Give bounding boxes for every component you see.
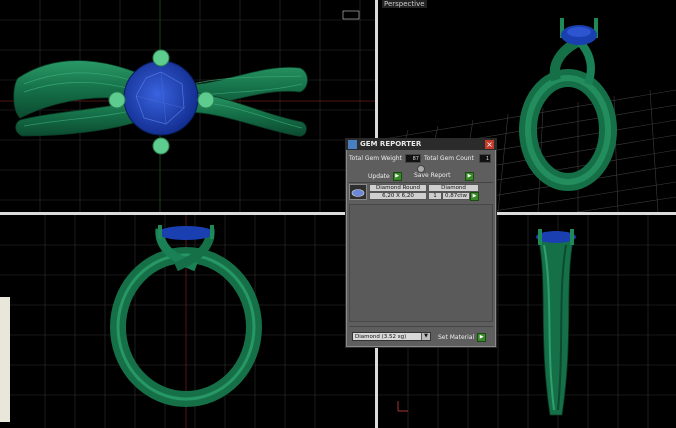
side-reference-image bbox=[0, 297, 10, 422]
total-gem-weight-field[interactable]: 87 bbox=[405, 154, 421, 163]
gem-reporter-titlebar[interactable]: GEM REPORTER × bbox=[346, 139, 496, 150]
gem-weight-cell: 0,87ctw bbox=[442, 192, 470, 200]
top-view-canvas[interactable] bbox=[0, 0, 375, 212]
save-report-label: Save Report bbox=[414, 172, 451, 179]
gem-cut-header: Diamond Round bbox=[369, 184, 427, 192]
gem-count-cell: 1 bbox=[428, 192, 442, 200]
save-report-go-icon[interactable]: ▶ bbox=[465, 172, 474, 181]
material-select-value: Diamond (3.52 sg) bbox=[355, 334, 407, 340]
viewport-splitter-horizontal[interactable] bbox=[0, 212, 676, 215]
close-button[interactable]: × bbox=[485, 140, 494, 149]
front-viewport[interactable] bbox=[0, 215, 375, 428]
gem-thumbnail-icon bbox=[349, 184, 367, 200]
gem-size-cell: 6,20 X 6,20 bbox=[369, 192, 427, 200]
set-material-label: Set Material bbox=[438, 334, 475, 341]
material-select[interactable]: Diamond (3.52 sg) ▼ bbox=[352, 332, 431, 341]
chevron-down-icon[interactable]: ▼ bbox=[421, 333, 430, 340]
perspective-label: Perspective bbox=[382, 0, 427, 8]
save-report-go[interactable]: ▶ bbox=[462, 172, 474, 181]
set-material-button[interactable]: Set Material ▶ bbox=[438, 333, 487, 342]
total-gem-count-label: Total Gem Count bbox=[424, 155, 474, 162]
divider bbox=[349, 182, 493, 183]
gem-reporter-title: GEM REPORTER bbox=[360, 140, 422, 148]
ring-side bbox=[536, 229, 576, 416]
update-button[interactable]: Update ▶ bbox=[368, 172, 402, 181]
total-gem-weight-label: Total Gem Weight bbox=[349, 155, 402, 162]
gem-list-area[interactable] bbox=[349, 204, 493, 322]
gem-reporter-panel: GEM REPORTER × Total Gem Weight 87 Total… bbox=[345, 138, 497, 348]
axis-icon bbox=[397, 401, 408, 412]
prong-handle-right bbox=[197, 91, 215, 109]
gem-material-header: Diamond bbox=[428, 184, 479, 192]
divider-bottom bbox=[349, 326, 493, 327]
totals-row: Total Gem Weight 87 Total Gem Count 1 bbox=[348, 154, 494, 164]
gem-row-go-icon[interactable]: ▶ bbox=[470, 192, 479, 201]
gem-list-item[interactable]: Diamond Round Diamond 6,20 X 6,20 1 0,87… bbox=[349, 184, 481, 202]
set-material-go-icon[interactable]: ▶ bbox=[477, 333, 487, 342]
gem-top bbox=[123, 60, 199, 136]
front-view-canvas[interactable] bbox=[0, 215, 375, 428]
prong-handle-left bbox=[108, 91, 126, 109]
update-go-icon[interactable]: ▶ bbox=[392, 172, 402, 181]
update-label: Update bbox=[368, 173, 390, 180]
total-gem-count-field[interactable]: 1 bbox=[479, 154, 491, 163]
view-cube-icon bbox=[342, 10, 360, 20]
save-report-button[interactable]: Save Report bbox=[414, 172, 451, 180]
gem-reporter-icon bbox=[348, 140, 357, 149]
prong-handle-bottom bbox=[152, 137, 170, 155]
prong-handle-top bbox=[152, 49, 170, 67]
ring-perspective bbox=[519, 18, 617, 191]
top-viewport[interactable] bbox=[0, 0, 375, 212]
